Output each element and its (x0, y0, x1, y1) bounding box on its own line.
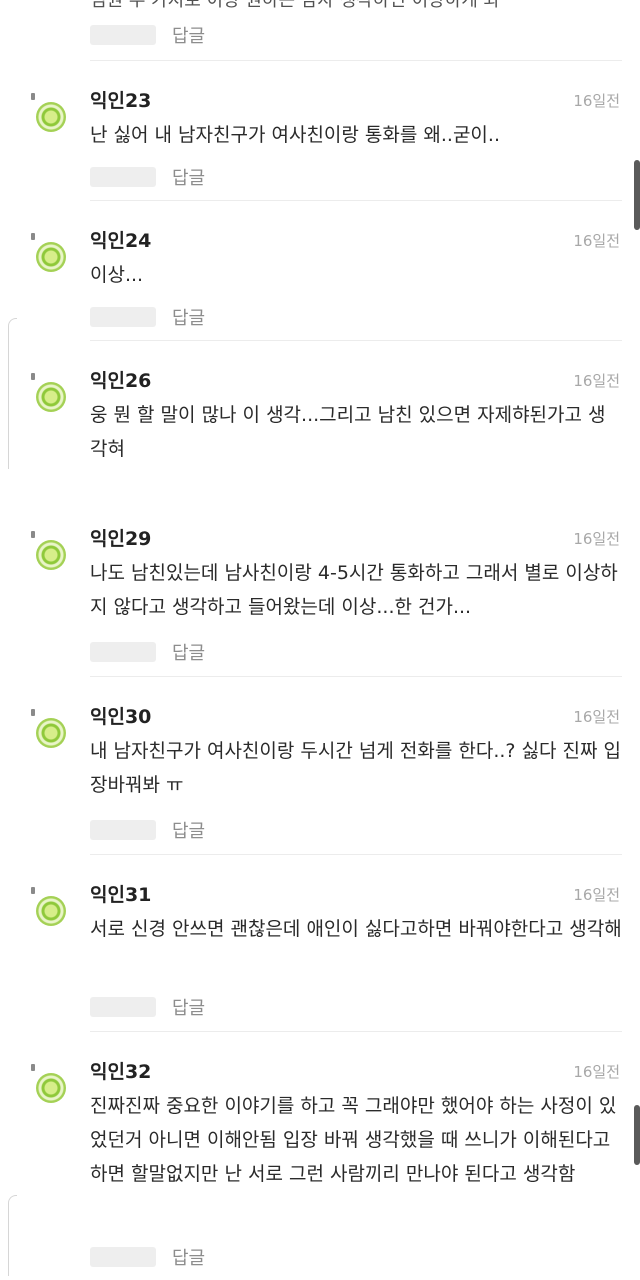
comment-text: 진짜진짜 중요한 이야기를 하고 꼭 그래야만 했어야 하는 사정이 있었던거 … (90, 1095, 617, 1185)
avatar[interactable] (36, 102, 66, 132)
divider (90, 854, 622, 855)
comment-time: 16일전 (573, 1063, 620, 1081)
reply-button[interactable]: 답글 (172, 994, 205, 1020)
divider (90, 676, 622, 677)
reply-row[interactable]: 답글 (90, 994, 205, 1020)
reply-placeholder-bar (90, 997, 156, 1017)
comment-author[interactable]: 익인29 (90, 524, 151, 551)
comment-time: 16일전 (573, 372, 620, 390)
comment-author[interactable]: 익인30 (90, 702, 151, 729)
avatar-indicator (31, 373, 35, 380)
reply-button[interactable]: 답글 (172, 1244, 205, 1270)
comment-text: 웅 뭔 할 말이 많나 이 생각...그리고 남친 있으면 자제햐된가고 생각혀 (90, 404, 606, 460)
reply-button[interactable]: 답글 (172, 817, 205, 843)
comment-time: 16일전 (573, 708, 620, 726)
scrollbar-thumb-lower[interactable] (634, 1105, 640, 1165)
reply-placeholder-bar (90, 25, 156, 45)
divider (90, 1031, 622, 1032)
avatar[interactable] (36, 718, 66, 748)
avatar-indicator (31, 709, 35, 716)
reply-placeholder-bar (90, 307, 156, 327)
reply-placeholder-bar (90, 167, 156, 187)
avatar-indicator (31, 887, 35, 894)
avatar[interactable] (36, 382, 66, 412)
reply-row[interactable]: 답글 (90, 304, 205, 330)
comment-feed: 심원 두 가지로 이상 원하는 남자 생각하면 이상하게 봐 답글 익인23 1… (0, 0, 640, 1280)
previous-reply-row[interactable]: 답글 (90, 22, 205, 48)
divider (90, 200, 622, 201)
reply-placeholder-bar (90, 820, 156, 840)
panel-edge-lower (8, 1195, 17, 1276)
comment-author[interactable]: 익인26 (90, 366, 151, 393)
scrollbar-thumb[interactable] (634, 160, 640, 230)
comment-time: 16일전 (573, 92, 620, 110)
panel-edge (8, 318, 17, 469)
comment-time: 16일전 (573, 232, 620, 250)
avatar-indicator (31, 1064, 35, 1071)
comment-time: 16일전 (573, 886, 620, 904)
reply-row[interactable]: 답글 (90, 1244, 205, 1270)
reply-button[interactable]: 답글 (172, 639, 205, 665)
comment-text: 내 남자친구가 여사친이랑 두시간 넘게 전화를 한다..? 싫다 진짜 입장바… (90, 740, 622, 796)
avatar-indicator (31, 93, 35, 100)
comment-text: 나도 남친있는데 남사친이랑 4-5시간 통화하고 그래서 별로 이상하지 않다… (90, 562, 618, 618)
reply-button[interactable]: 답글 (172, 304, 205, 330)
avatar-indicator (31, 233, 35, 240)
avatar[interactable] (36, 896, 66, 926)
reply-button[interactable]: 답글 (172, 22, 205, 48)
reply-placeholder-bar (90, 1247, 156, 1267)
comment-author[interactable]: 익인23 (90, 86, 151, 113)
reply-button[interactable]: 답글 (172, 164, 205, 190)
comment-author[interactable]: 익인32 (90, 1057, 151, 1084)
previous-comment-text: 심원 두 가지로 이상 원하는 남자 생각하면 이상하게 봐 (90, 0, 501, 11)
avatar[interactable] (36, 1073, 66, 1103)
reply-row[interactable]: 답글 (90, 639, 205, 665)
avatar[interactable] (36, 540, 66, 570)
comment-text: 난 싫어 내 남자친구가 여사친이랑 통화를 왜..굳이.. (90, 124, 500, 146)
comment-author[interactable]: 익인31 (90, 880, 151, 907)
comment-text: 서로 신경 안쓰면 괜찮은데 애인이 싫다고하면 바꿔야한다고 생각해 (90, 918, 622, 940)
reply-row[interactable]: 답글 (90, 817, 205, 843)
divider (90, 340, 622, 341)
divider (90, 60, 622, 61)
avatar-indicator (31, 531, 35, 538)
avatar[interactable] (36, 242, 66, 272)
comment-author[interactable]: 익인24 (90, 226, 151, 253)
reply-row[interactable]: 답글 (90, 164, 205, 190)
comment-text: 이상... (90, 264, 144, 286)
reply-placeholder-bar (90, 642, 156, 662)
comment-time: 16일전 (573, 530, 620, 548)
